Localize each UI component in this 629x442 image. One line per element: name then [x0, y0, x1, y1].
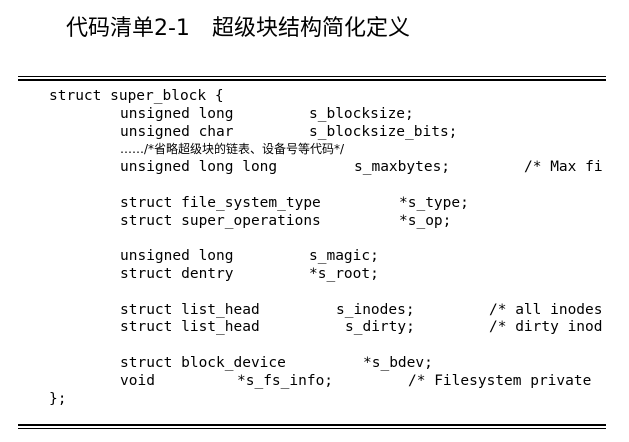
code-line: ……/*省略超级块的链表、设备号等代码*/ — [18, 141, 606, 159]
code-line: struct block_device *s_bdev; — [18, 355, 606, 373]
field-type: struct super_operations — [120, 212, 321, 229]
field-name: *s_fs_info; — [237, 372, 334, 389]
field-type: unsigned long long — [120, 159, 278, 176]
field-comment: /* Max fi — [524, 159, 603, 176]
field-name: *s_bdev; — [363, 354, 433, 371]
field-name: s_blocksize_bits; — [309, 123, 458, 140]
caption-number: 代码清单2-1 — [66, 16, 190, 41]
code-block: struct super_block { unsigned long s_blo… — [18, 88, 606, 418]
code-line: struct list_head s_inodes; /* all inodes — [18, 302, 606, 320]
field-type: struct file_system_type — [120, 194, 321, 211]
field-name: s_blocksize; — [309, 105, 414, 122]
struct-close: }; — [49, 390, 67, 407]
field-type: unsigned long — [120, 105, 234, 122]
field-name: s_magic; — [309, 248, 379, 265]
omitted-comment: ……/*省略超级块的链表、设备号等代码*/ — [120, 142, 345, 157]
field-comment: /* all inodes — [489, 301, 603, 318]
code-line: unsigned long long s_maxbytes; /* Max fi — [18, 159, 606, 177]
field-type: void — [120, 372, 155, 389]
code-line: }; — [18, 391, 606, 409]
field-type: struct list_head — [120, 301, 260, 318]
field-type: unsigned long — [120, 248, 234, 265]
field-name: *s_type; — [399, 194, 469, 211]
field-name: *s_op; — [399, 212, 452, 229]
field-type: unsigned char — [120, 123, 234, 140]
code-line: struct list_head s_dirty; /* dirty inod — [18, 319, 606, 337]
bottom-rule — [18, 424, 606, 429]
field-name: s_inodes; — [336, 301, 415, 318]
code-line: unsigned char s_blocksize_bits; — [18, 124, 606, 142]
field-name: s_dirty; — [345, 319, 415, 336]
code-line: unsigned long s_magic; — [18, 248, 606, 266]
code-line: struct super_operations *s_op; — [18, 213, 606, 231]
code-listing-caption: 代码清单2-1 超级块结构简化定义 — [66, 10, 410, 42]
field-comment: /* dirty inod — [489, 319, 603, 336]
field-name: s_maxbytes; — [354, 159, 451, 176]
field-type: struct list_head — [120, 319, 260, 336]
code-line: unsigned long s_blocksize; — [18, 106, 606, 124]
field-type: struct dentry — [120, 265, 234, 282]
code-line: struct file_system_type *s_type; — [18, 195, 606, 213]
field-name: *s_root; — [309, 265, 379, 282]
field-type: struct block_device — [120, 354, 286, 371]
code-line: void *s_fs_info; /* Filesystem private — [18, 373, 606, 391]
top-rule — [18, 74, 606, 81]
code-line: struct dentry *s_root; — [18, 266, 606, 284]
caption-title: 超级块结构简化定义 — [211, 16, 410, 41]
code-line: struct super_block { — [18, 88, 606, 106]
field-comment: /* Filesystem private — [408, 372, 592, 389]
struct-open: struct super_block { — [49, 88, 224, 104]
